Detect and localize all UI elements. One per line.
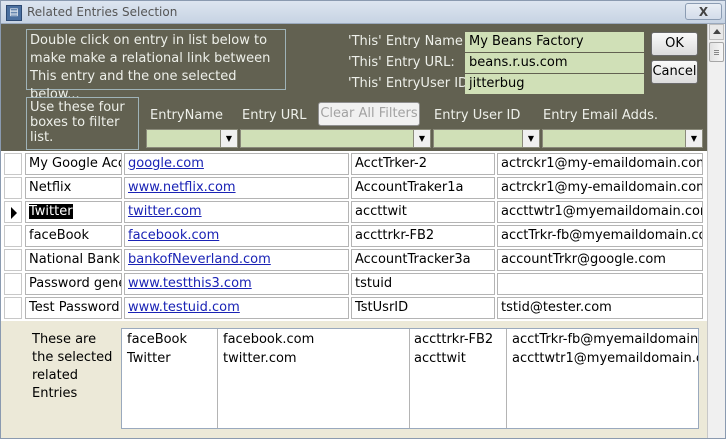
list-item[interactable]: faceBook facebook.com accttrkr-FB2 acctT… xyxy=(1,224,707,248)
filter-entry-url-label: Entry URL xyxy=(242,108,307,123)
cancel-button[interactable]: Cancel xyxy=(651,60,698,84)
entry-userid-cell[interactable]: accttrkr-FB2 xyxy=(351,225,495,247)
selected-item-userid[interactable]: accttwit xyxy=(414,351,466,366)
entry-url-cell[interactable]: www.testuid.com xyxy=(124,297,349,319)
list-item[interactable]: National Bank of Neverland bankofNeverla… xyxy=(1,248,707,272)
dropdown-arrow-icon[interactable]: ▼ xyxy=(413,130,430,147)
filter-email-combo[interactable]: ▼ xyxy=(542,129,703,148)
filter-entry-name-label: EntryName xyxy=(150,108,223,123)
entry-userid-cell[interactable]: AccountTraker1a xyxy=(351,177,495,199)
clear-filters-button[interactable]: Clear All Filters xyxy=(318,102,420,126)
entry-userid-cell[interactable]: tstuid xyxy=(351,273,495,295)
window-title: Related Entries Selection xyxy=(27,5,178,19)
record-selector[interactable] xyxy=(4,249,22,271)
entry-url-cell[interactable]: www.netflix.com xyxy=(124,177,349,199)
selected-item-userid[interactable]: accttrkr-FB2 xyxy=(414,332,493,347)
entry-url-field[interactable]: beans.r.us.com xyxy=(465,53,644,73)
record-selector[interactable] xyxy=(4,225,22,247)
entry-url-label: 'This' Entry URL: xyxy=(348,55,455,70)
entry-email-cell[interactable]: actrckr1@my-emaildomain.com xyxy=(497,177,703,199)
entry-url-cell[interactable]: twitter.com xyxy=(124,201,349,223)
list-item[interactable]: Test Password Gen www.testuid.com TstUsr… xyxy=(1,296,707,320)
entry-userid-label: 'This' EntryUser ID: xyxy=(348,76,473,91)
entry-url-cell[interactable]: www.testthis3.com xyxy=(124,273,349,295)
title-bar[interactable]: ▤ Related Entries Selection X xyxy=(1,1,725,24)
grip-line xyxy=(714,50,719,51)
selected-entries-label: These are the selected related Entries xyxy=(32,332,113,401)
dropdown-arrow-icon[interactable]: ▼ xyxy=(522,130,539,147)
list-item[interactable]: Netflix www.netflix.com AccountTraker1a … xyxy=(1,176,707,200)
form-footer: These are the selected related Entries f… xyxy=(1,321,707,438)
arrow-up-icon xyxy=(713,29,721,34)
dropdown-arrow-icon[interactable]: ▼ xyxy=(685,130,702,147)
filter-email-label: Entry Email Adds. xyxy=(543,108,658,123)
filter-entry-url-combo[interactable]: ▼ xyxy=(240,129,431,148)
entry-userid-cell[interactable]: AcctTrker-2 xyxy=(351,153,495,175)
entry-userid-cell[interactable]: accttwit xyxy=(351,201,495,223)
entry-url-cell[interactable]: google.com xyxy=(124,153,349,175)
entry-userid-field[interactable]: jitterbug xyxy=(465,74,644,94)
record-selector[interactable] xyxy=(4,153,22,175)
dropdown-arrow-icon[interactable]: ▼ xyxy=(220,130,237,147)
close-button[interactable]: X xyxy=(685,3,722,20)
vertical-scrollbar[interactable] xyxy=(707,24,725,438)
selected-entries-list[interactable]: faceBook facebook.com accttrkr-FB2 acctT… xyxy=(121,328,699,429)
filter-entry-name-combo[interactable]: ▼ xyxy=(146,129,238,148)
related-entries-window: ▤ Related Entries Selection X Double cli… xyxy=(0,0,726,439)
selected-item-name[interactable]: Twitter xyxy=(127,351,171,366)
filter-user-id-label: Entry User ID xyxy=(434,108,521,123)
entries-list: My Google Account google.com AcctTrker-2… xyxy=(1,151,707,321)
record-selector[interactable] xyxy=(4,297,22,319)
grip-line xyxy=(714,52,719,53)
entry-name-cell[interactable]: My Google Account xyxy=(25,153,122,175)
entry-email-cell[interactable]: actrckr1@my-emaildomain.com xyxy=(497,153,703,175)
selected-item-url[interactable]: facebook.com xyxy=(223,332,314,347)
selected-item-email[interactable]: acctTrkr-fb@myemaildomain.com xyxy=(512,332,698,347)
entry-email-cell[interactable]: accttwtr1@myemaildomain.com xyxy=(497,201,703,223)
form-header: Double click on entry in list below to m… xyxy=(1,24,707,151)
scroll-up-button[interactable] xyxy=(709,24,724,40)
entry-email-cell[interactable] xyxy=(497,273,703,295)
instructions-text: Double click on entry in list below to m… xyxy=(26,29,286,102)
list-item[interactable]: My Google Account google.com AcctTrker-2… xyxy=(1,152,707,176)
current-record-arrow-icon xyxy=(11,207,17,219)
entry-name-cell[interactable]: National Bank of Neverland xyxy=(25,249,122,271)
grip-line xyxy=(714,54,719,55)
record-selector[interactable] xyxy=(4,201,22,223)
entry-email-cell[interactable]: acctTrkr-fb@myemaildomain.com xyxy=(497,225,703,247)
ok-button[interactable]: OK xyxy=(651,32,698,56)
selected-item-name[interactable]: faceBook xyxy=(127,332,187,347)
selected-item-email[interactable]: accttwtr1@myemaildomain.com xyxy=(512,351,698,366)
list-item[interactable]: Password generator www.testthis3.com tst… xyxy=(1,272,707,296)
entry-url-cell[interactable]: facebook.com xyxy=(124,225,349,247)
selected-text: Twitter xyxy=(29,204,73,219)
record-selector[interactable] xyxy=(4,177,22,199)
scroll-thumb[interactable] xyxy=(709,42,724,62)
record-selector[interactable] xyxy=(4,273,22,295)
entry-name-cell[interactable]: faceBook xyxy=(25,225,122,247)
entry-email-cell[interactable]: tstid@tester.com xyxy=(497,297,703,319)
entry-userid-cell[interactable]: TstUsrID xyxy=(351,297,495,319)
form-icon: ▤ xyxy=(6,5,22,21)
entry-name-cell[interactable]: Netflix xyxy=(25,177,122,199)
filter-user-id-combo[interactable]: ▼ xyxy=(433,129,540,148)
filter-help-text: Use these four boxes to filter list. xyxy=(26,97,139,150)
entry-name-label: 'This' Entry Name : xyxy=(348,34,472,49)
entry-name-cell[interactable]: Password generator xyxy=(25,273,122,295)
entry-userid-cell[interactable]: AccountTracker3a xyxy=(351,249,495,271)
selected-item-url[interactable]: twitter.com xyxy=(223,351,297,366)
entry-url-cell[interactable]: bankofNeverland.com xyxy=(124,249,349,271)
list-item[interactable]: Twitter twitter.com accttwit accttwtr1@m… xyxy=(1,200,707,224)
entry-email-cell[interactable]: accountTrkr@google.com xyxy=(497,249,703,271)
entry-name-cell[interactable]: Twitter xyxy=(25,201,122,223)
entry-name-cell[interactable]: Test Password Gen xyxy=(25,297,122,319)
entry-name-field[interactable]: My Beans Factory xyxy=(465,32,644,52)
